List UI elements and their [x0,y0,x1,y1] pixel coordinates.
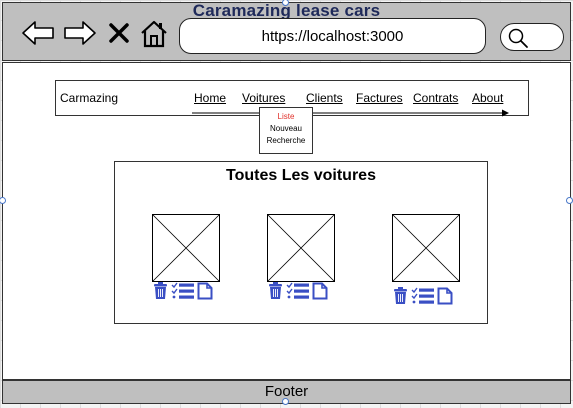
list-icon[interactable] [411,287,435,305]
car-image-placeholder [267,214,335,282]
search-field[interactable] [500,23,564,51]
document-icon[interactable] [312,282,328,300]
home-icon[interactable] [140,19,168,49]
page-title: Toutes Les voitures [226,167,376,184]
nav-voitures[interactable]: Voitures [242,91,285,105]
voitures-dropdown: Liste Nouveau Recherche [259,107,313,154]
url-text: https://localhost:3000 [261,27,404,45]
browser-toolbar: Caramazing lease cars https://localhost:… [2,1,571,61]
car-image-placeholder [152,214,220,282]
nav-clients[interactable]: Clients [306,91,343,105]
address-bar[interactable]: https://localhost:3000 [179,18,486,54]
trash-icon[interactable] [152,282,169,300]
car-actions [152,282,213,300]
list-icon[interactable] [286,282,310,300]
car-image-placeholder [392,214,460,282]
document-icon[interactable] [197,282,213,300]
back-arrow-icon[interactable] [21,19,55,47]
list-icon[interactable] [171,282,195,300]
cars-panel: Toutes Les voitures [114,161,488,324]
nav-factures[interactable]: Factures [356,91,403,105]
dropdown-item-nouveau[interactable]: Nouveau [260,123,312,135]
car-actions [267,282,328,300]
nav-home[interactable]: Home [194,91,226,105]
trash-icon[interactable] [267,282,284,300]
car-actions [392,287,453,305]
nav-about[interactable]: About [472,91,503,105]
selection-handle-right [566,197,573,204]
selection-handle-bottom [282,398,289,405]
search-icon [508,28,528,48]
dropdown-item-recherche[interactable]: Recherche [260,135,312,147]
brand-name: Carmazing [60,91,119,105]
trash-icon[interactable] [392,287,409,305]
page-viewport: Carmazing Home Voitures Clients Factures… [2,62,571,380]
nav-underline-arrow [192,109,509,117]
close-icon[interactable] [108,22,130,44]
dropdown-item-liste[interactable]: Liste [260,111,312,123]
forward-arrow-icon[interactable] [63,19,97,47]
document-icon[interactable] [437,287,453,305]
nav-contrats[interactable]: Contrats [413,91,458,105]
